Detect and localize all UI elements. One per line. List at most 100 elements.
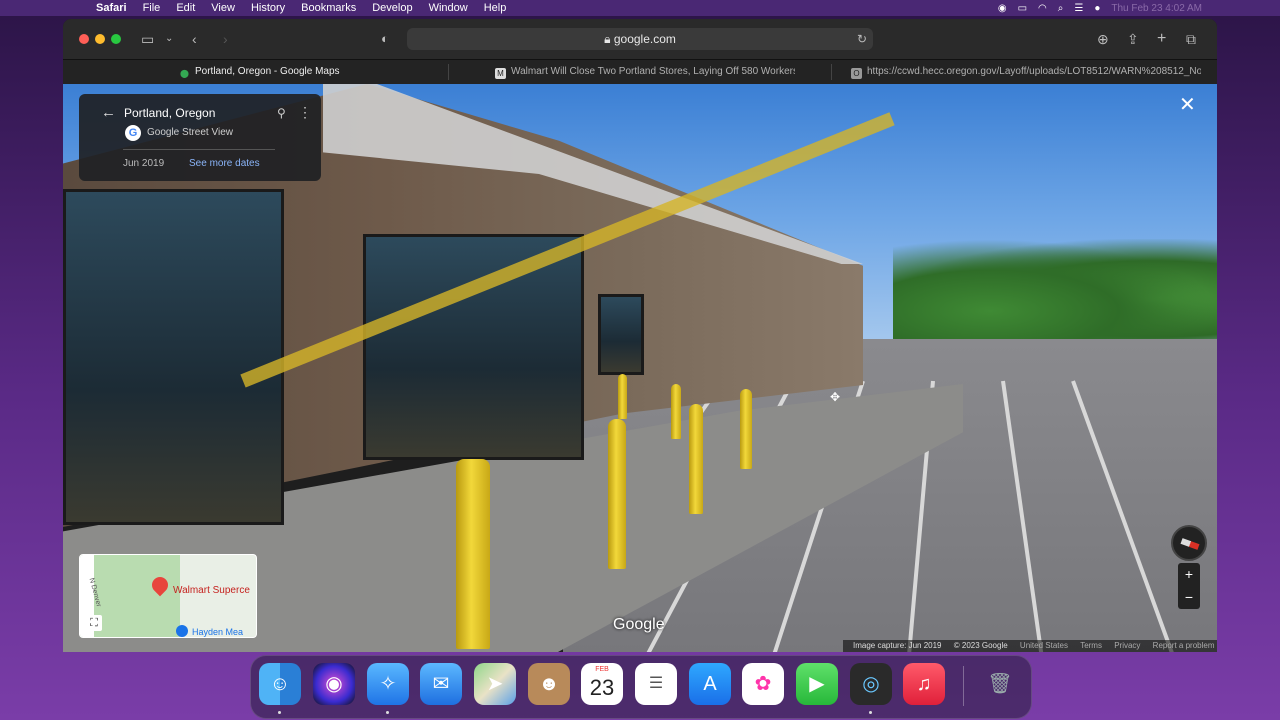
tab-bar: ⬤ Portland, Oregon - Google Maps M Walmart…	[63, 59, 1217, 84]
service-label: Google Street View	[147, 127, 233, 138]
quicktime-app-icon[interactable]: ◎	[850, 663, 892, 705]
menu-file[interactable]: File	[143, 0, 161, 16]
country-link[interactable]: United States	[1020, 641, 1068, 650]
image-capture-label: Image capture: Jun 2019	[853, 641, 942, 650]
google-maps-pin-icon: ⬤	[180, 69, 189, 78]
bollard	[689, 404, 703, 514]
more-options-icon[interactable]: ⋮	[298, 104, 312, 121]
reminders-app-icon[interactable]: ☰	[635, 663, 677, 705]
menu-view[interactable]: View	[211, 0, 235, 16]
zoom-control: + −	[1178, 563, 1200, 609]
zoom-out-button[interactable]: −	[1178, 586, 1200, 609]
map-place-label: Walmart Superce	[173, 585, 250, 596]
calendar-day: 23	[589, 675, 615, 700]
tab-walmart-article[interactable]: M Walmart Will Close Two Portland Stores,…	[495, 60, 795, 84]
news-site-icon: M	[495, 68, 506, 79]
terms-link[interactable]: Terms	[1080, 641, 1102, 650]
maps-app-icon[interactable]: ➤	[474, 663, 516, 705]
menu-develop[interactable]: Develop	[372, 0, 412, 16]
battery-icon[interactable]: ▭	[1018, 3, 1027, 14]
crosswalk-stripe	[1071, 380, 1178, 652]
contacts-app-icon[interactable]: ☻	[528, 663, 570, 705]
new-tab-icon[interactable]: +	[1157, 30, 1166, 48]
tab-google-maps[interactable]: ⬤ Portland, Oregon - Google Maps	[179, 60, 449, 84]
fullscreen-window-button[interactable]	[111, 34, 121, 44]
expand-map-icon[interactable]: ⛶	[86, 615, 102, 631]
map-secondary-label: Hayden Mea	[192, 627, 244, 637]
menu-bookmarks[interactable]: Bookmarks	[301, 0, 356, 16]
photos-app-icon[interactable]: ✿	[742, 663, 784, 705]
running-indicator	[869, 711, 872, 714]
report-problem-link[interactable]: Report a problem	[1153, 641, 1215, 650]
share-icon[interactable]: ⇪	[1127, 30, 1139, 48]
forward-arrow-icon[interactable]: ›	[223, 30, 228, 48]
dock-separator	[963, 666, 964, 706]
reload-icon[interactable]: ↻	[857, 28, 867, 50]
trash-icon[interactable]: 🗑︎	[979, 663, 1021, 705]
tab-overview-icon[interactable]: ⧉	[1186, 30, 1196, 48]
mail-app-icon[interactable]: ✉	[420, 663, 462, 705]
downloads-icon[interactable]: ⊕	[1097, 30, 1109, 48]
location-title: Portland, Oregon	[124, 106, 216, 120]
zoom-in-button[interactable]: +	[1178, 563, 1200, 586]
menu-history[interactable]: History	[251, 0, 285, 16]
sidebar-toggle-icon[interactable]: ▭	[141, 30, 154, 48]
music-app-icon[interactable]: ♫	[903, 663, 945, 705]
google-watermark: Google	[613, 616, 665, 633]
menu-help[interactable]: Help	[484, 0, 507, 16]
storefront-window	[63, 189, 284, 525]
close-window-button[interactable]	[79, 34, 89, 44]
tab-label: Portland, Oregon - Google Maps	[195, 66, 340, 77]
storefront-window	[598, 294, 644, 375]
menu-clock[interactable]: Thu Feb 23 4:02 AM	[1111, 3, 1202, 14]
siri-icon[interactable]: ●	[1094, 3, 1100, 14]
control-center-icon[interactable]: ☰	[1074, 3, 1083, 14]
entrance-doors	[363, 234, 584, 460]
safari-window: ▭ ⌄ ‹ › ◐ 🔒︎ google.com ↻ ⊕ ⇪ + ⧉ ⬤ Portl…	[63, 19, 1217, 652]
attribution-bar: Image capture: Jun 2019 © 2023 Google Un…	[843, 640, 1217, 652]
siri-app-icon[interactable]: ◉	[313, 663, 355, 705]
safari-app-icon[interactable]: ✧	[367, 663, 409, 705]
menu-edit[interactable]: Edit	[176, 0, 195, 16]
oregon-site-icon: O	[851, 68, 862, 79]
chevron-down-icon[interactable]: ⌄	[165, 30, 173, 48]
street-view-panorama[interactable]: ✥ ← Portland, Oregon ⚲ ⋮ G Google Street…	[63, 84, 1217, 652]
bollard	[740, 389, 752, 469]
capture-date: Jun 2019	[123, 158, 165, 169]
tab-divider	[831, 64, 832, 80]
bollard	[618, 374, 627, 419]
compass-button[interactable]	[1171, 525, 1207, 561]
menu-bar: Safari File Edit View History Bookmarks …	[0, 0, 1280, 16]
mini-map[interactable]: N Denver Walmart Superce Hayden Mea ⛶	[79, 554, 257, 638]
tab-divider	[448, 64, 449, 80]
address-bar-url: google.com	[613, 32, 676, 46]
close-icon[interactable]: ✕	[1179, 92, 1196, 117]
compass-needle-icon	[1180, 538, 1200, 550]
facetime-app-icon[interactable]: ▶	[796, 663, 838, 705]
tab-label: https://ccwd.hecc.oregon.gov/Layoff/uplo…	[867, 66, 1201, 77]
back-arrow-icon[interactable]: ←	[101, 104, 116, 121]
privacy-link[interactable]: Privacy	[1114, 641, 1140, 650]
bollard	[608, 419, 626, 569]
running-indicator	[278, 711, 281, 714]
back-arrow-icon[interactable]: ‹	[192, 30, 197, 48]
bollard	[456, 459, 490, 649]
app-store-icon[interactable]: A	[689, 663, 731, 705]
menu-window[interactable]: Window	[429, 0, 468, 16]
running-indicator	[386, 711, 389, 714]
minimize-window-button[interactable]	[95, 34, 105, 44]
see-more-dates-link[interactable]: See more dates	[189, 158, 260, 169]
tab-warn-notice[interactable]: Ohttps://ccwd.hecc.oregon.gov/Layoff/upl…	[851, 60, 1201, 84]
google-logo-icon: G	[125, 125, 141, 141]
address-bar[interactable]: 🔒︎ google.com ↻	[407, 28, 873, 50]
record-icon[interactable]: ◉	[998, 3, 1007, 14]
wifi-icon[interactable]: ◠	[1038, 3, 1047, 14]
tab-label: Walmart Will Close Two Portland Stores, …	[511, 66, 795, 77]
privacy-shield-icon[interactable]: ◐	[381, 30, 389, 48]
map-pin-icon[interactable]: ⚲	[277, 106, 286, 120]
menu-app-name[interactable]: Safari	[96, 0, 127, 16]
calendar-app-icon[interactable]: FEB 23	[581, 663, 623, 705]
finder-icon[interactable]: ☺	[259, 663, 301, 705]
dock: ☺ ◉ ✧ ✉ ➤ ☻ FEB 23 ☰ A ✿ ▶ ◎ ♫ 🗑︎	[250, 655, 1032, 719]
spotlight-search-icon[interactable]: ⌕	[1058, 3, 1064, 14]
